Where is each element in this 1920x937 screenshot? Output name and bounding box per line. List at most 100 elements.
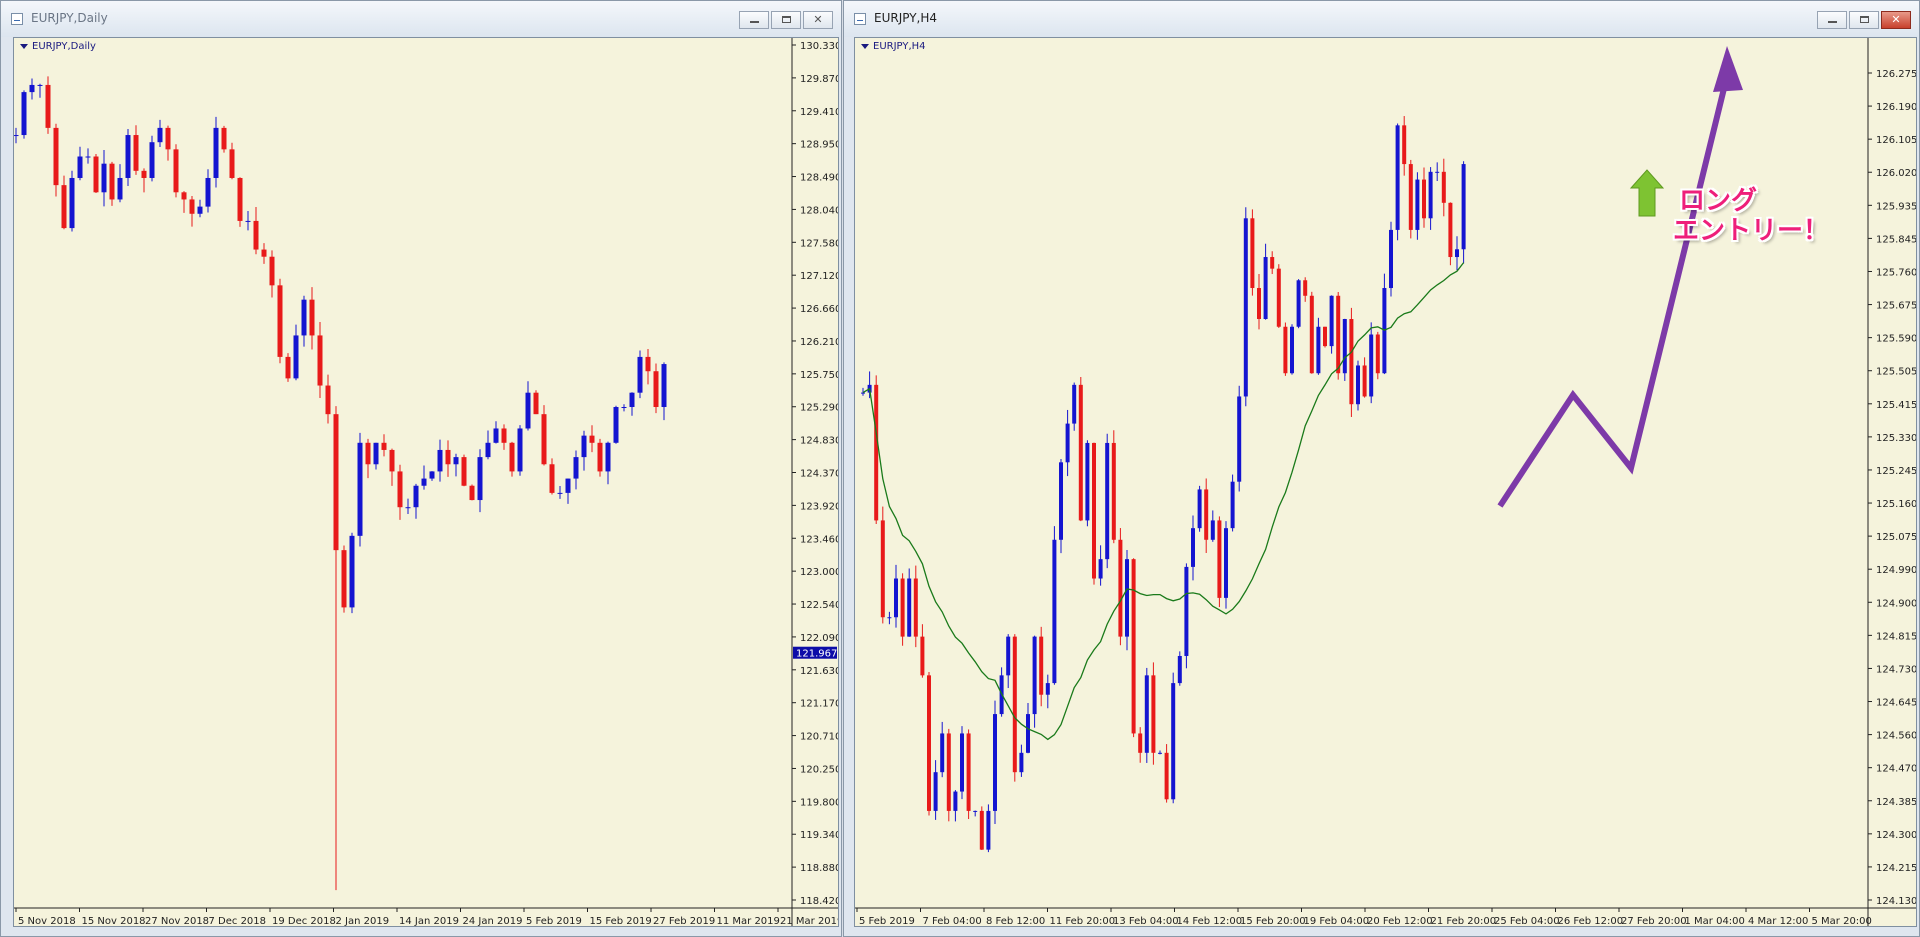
candle-body [1006, 636, 1011, 676]
candle-body [1389, 229, 1393, 289]
candle-body [1026, 714, 1030, 753]
time-tick-label: 4 Mar 12:00 [1748, 916, 1808, 927]
candle-body [205, 177, 211, 207]
maximize-button[interactable] [771, 11, 801, 29]
price-tick-label: 124.470 [1876, 764, 1917, 775]
current-price-label: 121.967 [796, 649, 837, 660]
candle-body [927, 675, 931, 811]
candle-body [1395, 125, 1400, 230]
candle-body [101, 163, 107, 193]
daily-chart-area[interactable]: 130.330 129.870 129.410 128.950 128.490 128.0… [13, 37, 839, 927]
candle-body [309, 299, 315, 336]
h4-chart-area[interactable]: 126.275 126.190 126.105 126.020 125.935 125.8… [854, 37, 1917, 927]
price-tick-label: 126.020 [1876, 168, 1917, 179]
candle-body [85, 156, 91, 158]
candle-body [1105, 442, 1110, 560]
price-tick-label: 121.630 [800, 666, 839, 677]
time-tick-label: 24 Jan 2019 [463, 916, 523, 927]
candle-body [1197, 489, 1202, 529]
price-tick-label: 118.420 [800, 896, 839, 907]
price-tick-label: 124.130 [1876, 896, 1917, 907]
price-tick-label: 127.120 [800, 271, 839, 282]
candle-body [1118, 539, 1123, 637]
candle-body [21, 92, 27, 136]
purple-arrow-head-icon [1713, 46, 1743, 92]
price-tick-label: 130.330 [800, 41, 839, 52]
candle-body [1263, 257, 1268, 320]
candle-body [1230, 481, 1235, 529]
h4-symbol-label[interactable]: EURJPY,H4 [861, 41, 926, 52]
candle-body [913, 578, 918, 637]
chart-window-icon [11, 13, 23, 25]
candle-body [29, 84, 35, 93]
candle-body [453, 457, 459, 465]
time-tick-label: 25 Feb 04:00 [1494, 916, 1560, 927]
price-tick-label: 125.290 [800, 403, 839, 414]
candle-body [880, 520, 885, 618]
candle-body [1052, 539, 1057, 684]
candle-body [1171, 683, 1176, 800]
time-tick-label: 21 Mar 2019 [780, 916, 839, 927]
candle-body [357, 442, 363, 536]
price-tick-label: 124.730 [1876, 664, 1917, 675]
candle-body [1059, 462, 1063, 540]
daily-chart-window: EURJPY,Daily ✕ 130.330 129.870 129.410 128.… [0, 0, 842, 937]
price-tick-label: 125.245 [1876, 466, 1917, 477]
price-tick-label: 125.935 [1876, 201, 1917, 212]
candle-body [557, 492, 563, 494]
candle-body [1415, 179, 1420, 230]
price-tick-label: 122.090 [800, 633, 839, 644]
candle-body [1191, 528, 1195, 567]
candle-body [973, 810, 978, 812]
price-tick-label: 128.490 [800, 173, 839, 184]
candle-body [317, 335, 323, 386]
candle-body [907, 578, 912, 637]
price-tick-label: 125.760 [1876, 267, 1917, 278]
close-button[interactable]: ✕ [1881, 11, 1911, 29]
minimize-icon [750, 21, 759, 23]
candle-body [165, 127, 171, 150]
maximize-button[interactable] [1849, 11, 1879, 29]
candle-body [45, 84, 51, 128]
candle-body [109, 163, 115, 200]
minimize-button[interactable] [1817, 11, 1847, 29]
daily-titlebar[interactable]: EURJPY,Daily ✕ [1, 1, 841, 37]
candle-body [661, 364, 667, 408]
candle-body [1323, 326, 1327, 347]
price-tick-label: 129.870 [800, 74, 839, 85]
candle-body [946, 733, 951, 811]
h4-candlestick-chart[interactable]: 126.275 126.190 126.105 126.020 125.935 125.8… [855, 38, 1917, 927]
candle-body [53, 127, 59, 186]
candle-body [1085, 442, 1090, 521]
candle-body [1349, 319, 1354, 405]
candle-body [589, 435, 595, 443]
candle-body [1039, 636, 1044, 695]
candle-body [493, 428, 499, 443]
candle-body [333, 414, 339, 551]
daily-candlestick-chart[interactable]: 130.330 129.870 129.410 128.950 128.490 128.0… [14, 38, 839, 927]
candle-body [173, 149, 179, 193]
candle-body [413, 485, 419, 508]
time-tick-label: 2 Jan 2019 [336, 916, 390, 927]
candle-body [341, 550, 347, 608]
daily-symbol-label[interactable]: EURJPY,Daily [20, 41, 96, 52]
candle-body [269, 256, 275, 286]
time-tick-label: 5 Feb 2019 [526, 916, 582, 927]
candle-body [966, 733, 971, 811]
candle-body [1045, 683, 1050, 695]
candle-body [1111, 442, 1116, 540]
h4-titlebar[interactable]: EURJPY,H4 ✕ [844, 1, 1919, 37]
candle-body [1019, 752, 1024, 773]
candle-body [229, 149, 235, 178]
candle-body [14, 135, 19, 137]
time-tick-label: 14 Jan 2019 [399, 916, 459, 927]
candle-body [861, 392, 865, 394]
candle-body [253, 220, 259, 250]
price-tick-label: 125.415 [1876, 400, 1917, 411]
candle-body [373, 442, 379, 465]
close-button[interactable]: ✕ [803, 11, 833, 29]
minimize-button[interactable] [739, 11, 769, 29]
candle-body [1217, 520, 1222, 598]
price-tick-label: 128.950 [800, 140, 839, 151]
price-tick-label: 123.460 [800, 534, 839, 545]
